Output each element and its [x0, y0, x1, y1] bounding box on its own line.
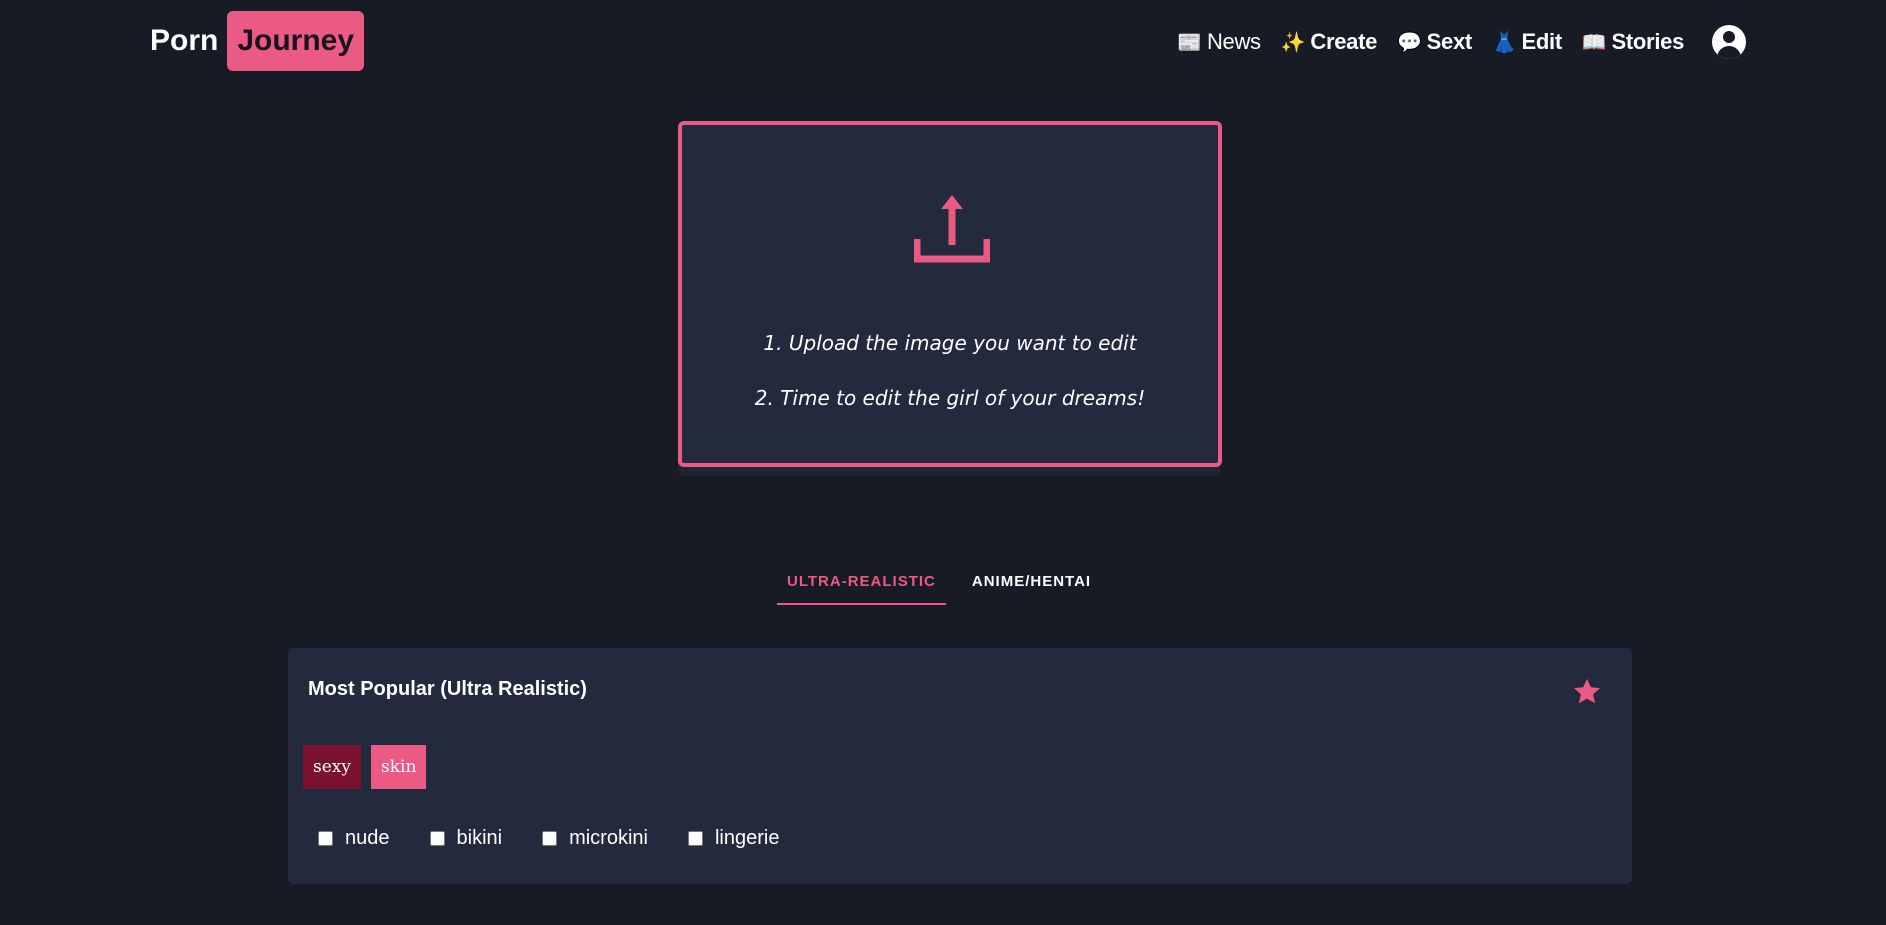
logo-text-porn: Porn — [150, 24, 219, 57]
checkbox-nude[interactable] — [318, 831, 333, 846]
nav-stories[interactable]: 📖 Stories — [1582, 29, 1684, 55]
option-bikini[interactable]: bikini — [429, 827, 503, 850]
nav-edit-label: Edit — [1521, 29, 1563, 54]
checkbox-microkini[interactable] — [542, 831, 558, 846]
upload-dropzone[interactable]: 1. Upload the image you want to edit 2. … — [678, 121, 1222, 467]
nav-edit[interactable]: 👗 Edit — [1492, 29, 1562, 55]
logo-text-journey: Journey — [227, 11, 365, 71]
open-book-icon: 📖 — [1581, 31, 1607, 54]
nav-news[interactable]: 📰 News — [1177, 29, 1261, 55]
style-tabs: ULTRA-REALISTIC ANIME/HENTAI — [777, 565, 1117, 605]
dress-icon: 👗 — [1491, 31, 1517, 54]
sparkles-icon: ✨ — [1280, 31, 1306, 54]
option-microkini[interactable]: microkini — [542, 827, 648, 850]
upload-icon — [914, 195, 990, 263]
upload-step-2: 2. Time to edit the girl of your dreams! — [754, 386, 1146, 410]
nav-sext-label: Sext — [1426, 29, 1473, 54]
panel-title: Most Popular (Ultra Realistic) — [308, 678, 587, 700]
option-lingerie-label: lingerie — [714, 827, 780, 849]
preset-panel: Most Popular (Ultra Realistic) sexy skin… — [288, 648, 1632, 884]
option-nude-label: nude — [345, 827, 390, 849]
tag-list: sexy skin — [303, 745, 436, 789]
tab-anime-hentai[interactable]: ANIME/HENTAI — [962, 565, 1101, 603]
tab-ultra-realistic[interactable]: ULTRA-REALISTIC — [777, 565, 946, 605]
tag-sexy[interactable]: sexy — [303, 745, 361, 789]
option-bikini-label: bikini — [456, 827, 503, 849]
option-microkini-label: microkini — [569, 827, 648, 849]
nav-create-label: Create — [1310, 29, 1378, 54]
checkbox-bikini[interactable] — [429, 831, 445, 846]
nav-sext[interactable]: 💬 Sext — [1397, 29, 1472, 55]
star-icon[interactable] — [1572, 677, 1602, 707]
tag-skin[interactable]: skin — [370, 745, 427, 789]
nav-news-label: News — [1206, 29, 1261, 54]
main-nav: 📰 News ✨ Create 💬 Sext 👗 Edit 📖 Stories — [1157, 22, 1746, 62]
nav-stories-label: Stories — [1611, 29, 1685, 54]
upload-step-1: 1. Upload the image you want to edit — [763, 331, 1137, 355]
checkbox-lingerie[interactable] — [687, 831, 703, 846]
option-checkboxes: nude bikini microkini lingerie — [318, 827, 819, 850]
user-avatar-icon[interactable] — [1712, 25, 1746, 59]
speech-bubble-icon: 💬 — [1397, 31, 1422, 54]
option-nude[interactable]: nude — [318, 827, 390, 850]
option-lingerie[interactable]: lingerie — [687, 827, 780, 850]
logo[interactable]: Porn Journey — [150, 11, 365, 71]
nav-create[interactable]: ✨ Create — [1280, 29, 1378, 55]
header: Porn Journey 📰 News ✨ Create 💬 Sext 👗 Ed… — [0, 0, 1886, 84]
newspaper-icon: 📰 — [1177, 31, 1202, 54]
